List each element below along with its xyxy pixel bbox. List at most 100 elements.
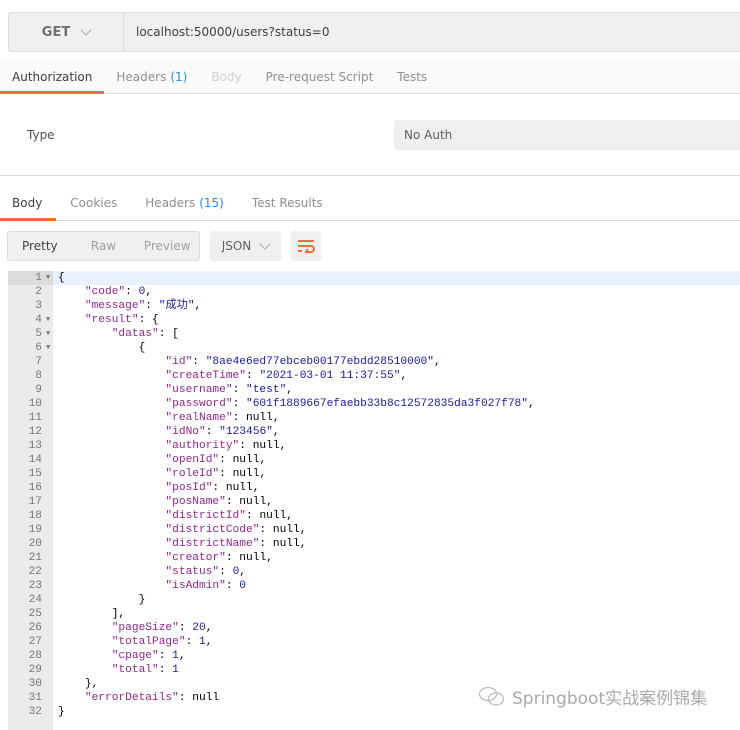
code-text: "isAdmin": 0 bbox=[58, 579, 246, 593]
code-text: "username": "test", bbox=[58, 383, 293, 397]
code-text: "openId": null, bbox=[58, 453, 266, 467]
code-line: 9 "username": "test", bbox=[8, 383, 740, 397]
line-number: 28 bbox=[28, 650, 42, 662]
json-string: "2021-03-01 11:37:55" bbox=[259, 370, 401, 382]
json-punct: : bbox=[185, 636, 200, 648]
code-line: 14 "openId": null, bbox=[8, 453, 740, 467]
line-number: 32 bbox=[28, 706, 42, 718]
wrap-lines-button[interactable] bbox=[291, 231, 321, 261]
line-number: 14 bbox=[28, 454, 42, 466]
json-punct: , bbox=[279, 440, 287, 452]
code-text: "pageSize": 20, bbox=[58, 621, 213, 635]
tab-label: Test Results bbox=[251, 195, 323, 210]
code-text: }, bbox=[58, 677, 98, 691]
line-number: 13 bbox=[28, 440, 42, 452]
tab-headers[interactable]: Headers (1) bbox=[104, 60, 199, 93]
json-punct: , bbox=[272, 412, 280, 424]
code-line: 23 "isAdmin": 0 bbox=[8, 579, 740, 593]
code-line: 10 "password": "601f1889667efaebb33b8c12… bbox=[8, 397, 740, 411]
tab-label: Headers bbox=[116, 69, 167, 84]
tab-authorization[interactable]: Authorization bbox=[0, 60, 105, 94]
tab-tests[interactable]: Tests bbox=[385, 60, 439, 93]
response-body-editor[interactable]: 1 ▼{2 "code": 0, 3 "message": "成功", 4 ▼ "res… bbox=[8, 271, 740, 730]
code-text: "creator": null, bbox=[58, 551, 272, 565]
code-line: 15 "roleId": null, bbox=[8, 467, 740, 481]
json-punct: : bbox=[232, 412, 246, 424]
divider bbox=[0, 175, 740, 176]
tab-count-badge: (1) bbox=[170, 69, 188, 84]
fold-arrow-icon[interactable]: ▼ bbox=[46, 341, 50, 355]
line-number: 3 bbox=[35, 300, 42, 312]
json-string: "成功" bbox=[158, 300, 195, 312]
fold-arrow-icon[interactable]: ▼ bbox=[46, 313, 50, 327]
code-text: "errorDetails": null bbox=[58, 691, 219, 705]
url-input[interactable]: localhost:50000/users?status=0 bbox=[124, 13, 329, 51]
tab-pre-request-script[interactable]: Pre-request Script bbox=[254, 60, 386, 93]
line-number: 24 bbox=[28, 594, 42, 606]
json-key: "errorDetails" bbox=[84, 692, 179, 704]
tab-label: Headers bbox=[145, 195, 196, 210]
fold-arrow-icon[interactable]: ▼ bbox=[46, 271, 50, 285]
code-line: 4 ▼ "result": { bbox=[8, 313, 740, 327]
code-text: "authority": null, bbox=[58, 439, 286, 453]
method-select[interactable]: GET bbox=[9, 13, 124, 51]
code-text: "districtId": null, bbox=[58, 509, 293, 523]
tab-body[interactable]: Body bbox=[0, 185, 57, 221]
json-punct: : bbox=[225, 496, 240, 508]
format-label: JSON bbox=[221, 239, 252, 253]
code-text: "idNo": "123456", bbox=[58, 425, 279, 439]
line-number: 7 bbox=[35, 356, 42, 368]
fold-arrow-icon[interactable]: ▼ bbox=[46, 327, 50, 341]
json-key: "authority" bbox=[165, 440, 240, 452]
method-label: GET bbox=[41, 24, 71, 40]
line-number: 21 bbox=[28, 552, 42, 564]
code-line: 29 "total": 1 bbox=[8, 663, 740, 677]
json-key: "result" bbox=[84, 314, 139, 326]
json-punct: : bbox=[125, 286, 139, 298]
json-punct: , bbox=[239, 566, 247, 578]
json-key: "posId" bbox=[165, 482, 213, 494]
json-string: "test" bbox=[246, 384, 287, 396]
auth-type-label: Type bbox=[27, 128, 55, 142]
code-text: "message": "成功", bbox=[58, 299, 201, 313]
json-null: null bbox=[232, 468, 260, 480]
json-punct: , bbox=[145, 286, 153, 298]
tab-label: Cookies bbox=[70, 195, 118, 210]
json-key: "cpage" bbox=[111, 650, 159, 662]
line-number: 10 bbox=[28, 398, 42, 410]
tab-test-results[interactable]: Test Results bbox=[240, 185, 337, 220]
auth-type-select[interactable]: No Auth bbox=[394, 120, 740, 150]
json-number: 20 bbox=[192, 622, 206, 634]
pretty-button[interactable]: Pretty bbox=[8, 232, 72, 260]
json-null: null bbox=[225, 482, 253, 494]
json-punct: , bbox=[286, 384, 294, 396]
watermark: Springboot实战案例锦集 bbox=[478, 684, 707, 709]
json-punct: : bbox=[259, 538, 273, 550]
wrap-icon bbox=[298, 240, 315, 253]
line-number: 2 bbox=[35, 286, 42, 298]
json-null: null bbox=[272, 538, 300, 550]
json-punct: }, bbox=[84, 678, 99, 690]
tab-cookies[interactable]: Cookies bbox=[58, 185, 131, 220]
raw-button[interactable]: Raw bbox=[72, 232, 136, 260]
tab-headers[interactable]: Headers (15) bbox=[133, 185, 238, 220]
code-line: 6 ▼ { bbox=[8, 341, 740, 355]
json-punct: : bbox=[246, 370, 260, 382]
tab-label: Tests bbox=[397, 69, 428, 84]
json-punct: , bbox=[433, 356, 441, 368]
json-key: "id" bbox=[165, 356, 193, 368]
json-punct: , bbox=[259, 454, 267, 466]
json-punct: : bbox=[178, 692, 193, 704]
json-punct: : bbox=[145, 300, 159, 312]
json-punct: : bbox=[259, 524, 273, 536]
json-number: 0 bbox=[239, 580, 247, 592]
json-punct: , bbox=[286, 510, 294, 522]
code-line: 17 "posName": null, bbox=[8, 495, 740, 509]
json-punct: } bbox=[138, 594, 146, 606]
code-line: 1 ▼{ bbox=[8, 271, 740, 285]
tab-body[interactable]: Body bbox=[199, 60, 253, 93]
preview-button[interactable]: Preview bbox=[135, 232, 199, 260]
code-line: 16 "posId": null, bbox=[8, 481, 740, 495]
json-punct: , bbox=[266, 496, 273, 508]
format-select[interactable]: JSON bbox=[210, 231, 281, 261]
